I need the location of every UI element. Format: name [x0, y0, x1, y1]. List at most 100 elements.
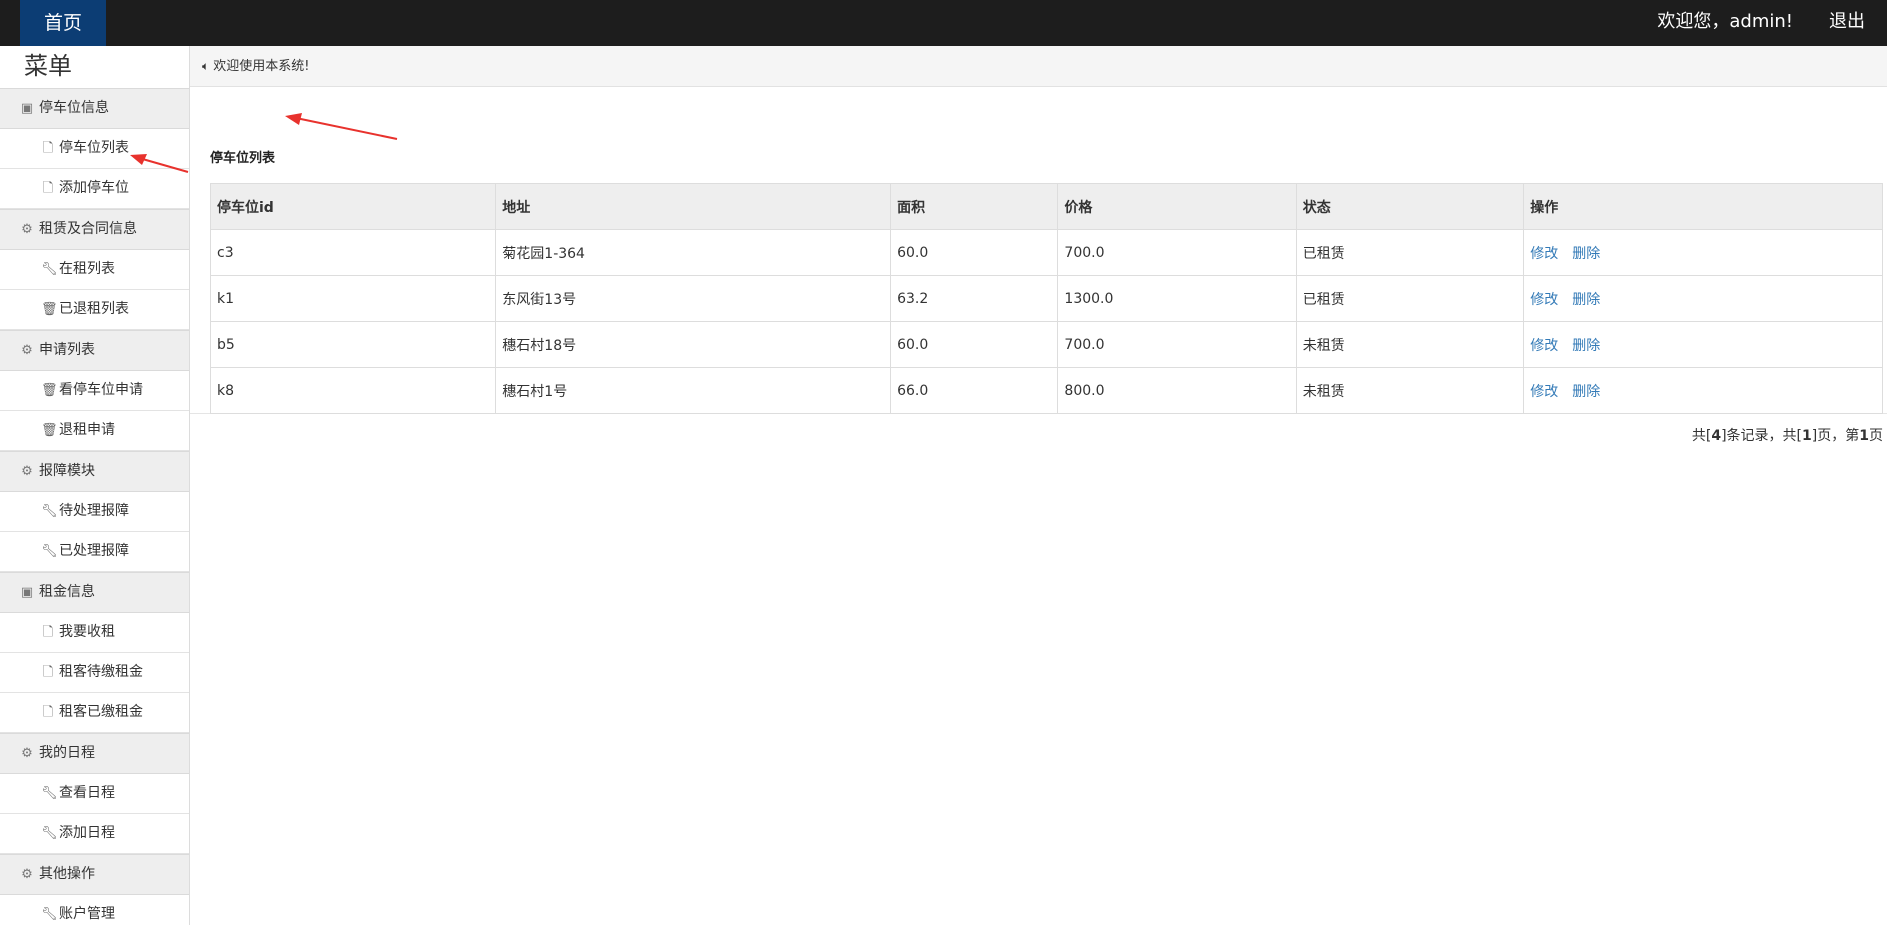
arrow-to-list-title	[285, 113, 398, 140]
menu-item-label: 退租申请	[59, 422, 115, 438]
gear-icon: ⚙︎	[21, 867, 33, 882]
menu-group-label: 租赁及合同信息	[39, 221, 137, 237]
delete-link[interactable]: 删除	[1572, 338, 1600, 354]
menu-title: 菜单	[24, 52, 72, 80]
edit-link[interactable]: 修改	[1530, 384, 1558, 400]
wrench-icon: 🔧︎	[41, 826, 58, 841]
file-icon: 🗋	[42, 705, 54, 720]
edit-link[interactable]: 修改	[1530, 338, 1558, 354]
table-header-row: 停车位id 地址 面积 价格 状态 操作	[209, 183, 1883, 230]
trash-icon: 🗑︎	[41, 383, 58, 398]
menu-group-label: 我的日程	[39, 745, 95, 761]
menu-group-header[interactable]: ▣ 租金信息	[0, 572, 189, 613]
cell-area: 60.0	[890, 229, 1059, 276]
menu-group-label: 停车位信息	[39, 100, 109, 116]
menu-item-label: 停车位列表	[59, 140, 129, 156]
menu-item-label: 待处理报障	[59, 503, 129, 519]
cell-id: b5	[209, 321, 497, 368]
cell-address: 菊花园1-364	[495, 229, 892, 276]
wrench-icon: 🔧︎	[41, 786, 58, 801]
file-icon: 🗋	[42, 181, 54, 196]
menu-item[interactable]: 🔧︎已处理报障	[0, 532, 189, 572]
speaker-icon: 🔈︎	[202, 59, 210, 73]
menu-item-label: 账户管理	[59, 906, 115, 922]
cell-status: 未租赁	[1295, 321, 1525, 368]
menu-group-label: 其他操作	[39, 866, 95, 882]
menu-item-label: 添加日程	[59, 825, 115, 841]
menu-item-label: 租客待缴租金	[59, 664, 143, 680]
cell-address: 穗石村1号	[495, 367, 892, 414]
gear-icon: ⚙︎	[21, 746, 33, 761]
welcome-text: 欢迎您，admin!	[1657, 11, 1793, 32]
cell-area: 60.0	[890, 321, 1059, 368]
menu-groups: ▣ 停车位信息 🗋 停车位列表 🗋 添加停车位 ⚙︎ 租赁及合同信息 🔧︎在租列表 🗑︎已退租列表…	[0, 88, 189, 925]
menu-item-label: 看停车位申请	[59, 382, 143, 398]
pagination-info: 共[4]条记录，共[1]页，第1页	[1692, 425, 1883, 445]
logout-link[interactable]: 退出	[1829, 0, 1865, 44]
file-icon: 🗋	[42, 665, 54, 680]
cell-area: 66.0	[890, 367, 1059, 414]
menu-item[interactable]: 🔧︎待处理报障	[0, 492, 189, 532]
cell-price: 800.0	[1057, 367, 1297, 414]
cell-actions: 修改 删除	[1523, 367, 1883, 414]
contact-card-icon: ▣	[20, 585, 34, 600]
table-row: c3 菊花园1-364 60.0 700.0 已租赁 修改 删除	[209, 229, 1883, 276]
cell-id: c3	[209, 229, 497, 276]
edit-link[interactable]: 修改	[1530, 292, 1558, 308]
menu-item[interactable]: 🔧︎在租列表	[0, 250, 189, 290]
edit-link[interactable]: 修改	[1530, 246, 1558, 262]
delete-link[interactable]: 删除	[1572, 384, 1600, 400]
wrench-icon: 🔧︎	[41, 907, 58, 922]
delete-link[interactable]: 删除	[1572, 292, 1600, 308]
menu-group-header[interactable]: ⚙︎ 其他操作	[0, 854, 189, 895]
menu-item-label: 已退租列表	[59, 301, 129, 317]
menu-item[interactable]: 🗑︎退租申请	[0, 411, 189, 451]
cell-status: 未租赁	[1295, 367, 1525, 414]
menu-item[interactable]: 🗋 租客已缴租金	[0, 693, 189, 733]
cell-actions: 修改 删除	[1523, 275, 1883, 322]
pager-mid2: ]页，第	[1811, 428, 1860, 444]
menu-item-label: 查看日程	[59, 785, 115, 801]
menu-group-header[interactable]: ⚙︎ 申请列表	[0, 330, 189, 371]
gear-icon: ⚙︎	[21, 343, 33, 358]
column-header: 面积	[890, 183, 1059, 230]
column-header: 状态	[1295, 183, 1525, 230]
menu-group-header[interactable]: ⚙︎ 我的日程	[0, 733, 189, 774]
gear-icon: ⚙︎	[21, 222, 33, 237]
cell-actions: 修改 删除	[1523, 229, 1883, 276]
cell-price: 700.0	[1057, 321, 1297, 368]
cell-status: 已租赁	[1295, 229, 1525, 276]
notice-bar: 🔈︎ 欢迎使用本系统!	[190, 46, 1887, 87]
menu-item[interactable]: 🔧︎账户管理	[0, 895, 189, 925]
menu-group-header[interactable]: ⚙︎ 租赁及合同信息	[0, 209, 189, 250]
parking-table: 停车位id 地址 面积 价格 状态 操作 c3 菊花园1-364 60.0 700.0 已租赁 修改…	[209, 183, 1883, 414]
menu-item[interactable]: 🗑︎已退租列表	[0, 290, 189, 330]
menu-group-header[interactable]: ⚙︎ 报障模块	[0, 451, 189, 492]
menu-item-label: 租客已缴租金	[59, 704, 143, 720]
notice-text: 欢迎使用本系统!	[213, 59, 310, 74]
menu-item[interactable]: 🗑︎看停车位申请	[0, 371, 189, 411]
main-content: 🔈︎ 欢迎使用本系统! 停车位列表 停车位id 地址 面积 价格 状态 操作 c3 菊花园1-…	[190, 46, 1887, 925]
menu-item[interactable]: 🗋 租客待缴租金	[0, 653, 189, 693]
menu-item[interactable]: 🔧︎添加日程	[0, 814, 189, 854]
cell-price: 700.0	[1057, 229, 1297, 276]
column-header: 停车位id	[209, 183, 497, 230]
top-navbar: 首页 欢迎您，admin! 退出	[0, 0, 1887, 46]
cell-area: 63.2	[890, 275, 1059, 322]
menu-group-label: 申请列表	[39, 342, 95, 358]
file-icon: 🗋	[42, 141, 54, 156]
cell-price: 1300.0	[1057, 275, 1297, 322]
menu-item[interactable]: 🗋 我要收租	[0, 613, 189, 653]
wrench-icon: 🔧︎	[41, 262, 58, 277]
menu-item-label: 已处理报障	[59, 543, 129, 559]
table-row: k1 东风街13号 63.2 1300.0 已租赁 修改 删除	[209, 275, 1883, 322]
trash-icon: 🗑︎	[41, 302, 58, 317]
menu-item[interactable]: 🔧︎查看日程	[0, 774, 189, 814]
menu-group-header[interactable]: ▣ 停车位信息	[0, 88, 189, 129]
delete-link[interactable]: 删除	[1572, 246, 1600, 262]
home-tab[interactable]: 首页	[20, 0, 106, 46]
wrench-icon: 🔧︎	[41, 544, 58, 559]
pager-suffix: 页	[1869, 428, 1883, 444]
pager-total: 4	[1711, 428, 1722, 444]
wrench-icon: 🔧︎	[41, 504, 58, 519]
